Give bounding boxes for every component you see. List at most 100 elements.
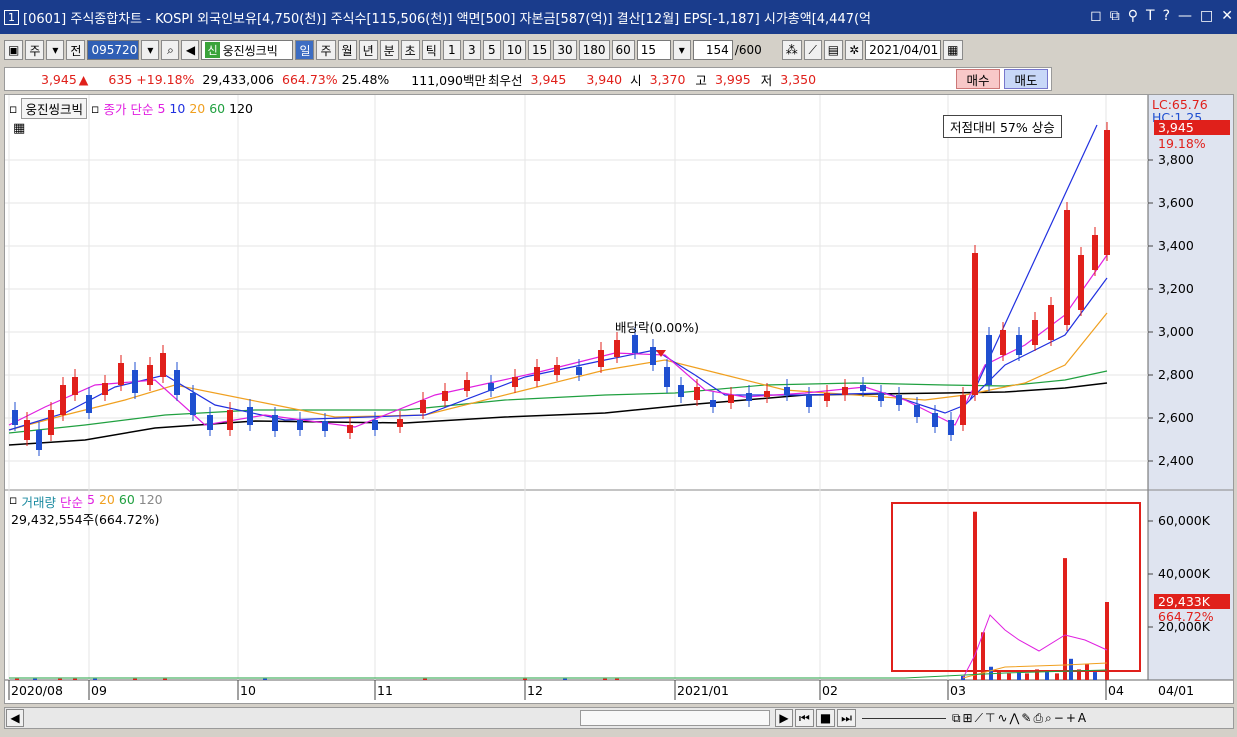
low-label: 저 xyxy=(760,72,773,88)
bid-price: 3,940 xyxy=(586,71,623,87)
zoom-controls: ▶ ⏮ ■ ⏭ ⧉ ⊞ ⟋ ⊤ ∿ ⋀ ✎ ⎙ ⌕ − + A xyxy=(775,709,1086,727)
change-value: 635 xyxy=(108,71,133,87)
candle-body xyxy=(347,425,353,433)
trend-icon[interactable]: ⟋ xyxy=(975,711,983,726)
pattern-icon[interactable]: ⋀ xyxy=(1010,711,1020,725)
magnifier-icon[interactable]: ⌕ xyxy=(1045,711,1052,726)
scroll-right-icon[interactable]: ▶ xyxy=(775,709,793,727)
code-dropdown-icon[interactable]: ▾ xyxy=(141,40,160,60)
buy-button[interactable]: 매수 xyxy=(956,69,1000,89)
period-tick[interactable]: 틱 xyxy=(421,40,441,60)
forward-icon[interactable]: ⏭ xyxy=(837,709,856,727)
type-select[interactable]: 전 xyxy=(66,40,86,60)
candle-body xyxy=(784,387,790,395)
settings-icon[interactable]: ✲ xyxy=(845,40,864,60)
candle-body xyxy=(1032,320,1038,345)
candle-body xyxy=(1078,255,1084,310)
candle-body xyxy=(397,419,403,427)
interval-1[interactable]: 1 xyxy=(442,40,461,60)
date-tick-label: 2020/08 xyxy=(11,683,63,698)
interval-60[interactable]: 60 xyxy=(611,40,635,60)
interval-input[interactable]: 15 xyxy=(636,40,671,60)
period-second[interactable]: 초 xyxy=(400,40,420,60)
interval-3[interactable]: 3 xyxy=(462,40,481,60)
price-tick-label: 3,800 xyxy=(1158,152,1194,167)
chart-canvas[interactable]: 3,800 3,600 3,400 3,200 3,000 2,800 2,600 2,400… xyxy=(5,95,1233,703)
interval-15[interactable]: 15 xyxy=(528,40,552,60)
quote-bar: 3,945 ▲ 635 +19.18% 29,433,006 664.73% 2… xyxy=(4,67,1052,91)
volume-bar xyxy=(615,678,619,680)
restore-icon[interactable]: ◻ xyxy=(1090,8,1102,24)
zoom-in-icon[interactable]: + xyxy=(1066,711,1076,725)
zoom-slider[interactable] xyxy=(861,717,946,719)
annotation-note[interactable]: 저점대비 57% 상승 xyxy=(943,115,1062,138)
search-icon[interactable]: ⌕ xyxy=(161,40,180,60)
stock-code-input[interactable]: 095720 xyxy=(87,40,140,60)
overlay-icon[interactable]: ⊞ xyxy=(963,711,973,725)
font-size-icon[interactable]: A xyxy=(1078,711,1086,725)
turnover-pct: 25.48% xyxy=(341,71,390,87)
pen-icon[interactable]: ✎ xyxy=(1021,711,1031,725)
speaker-icon[interactable]: ◀ xyxy=(181,40,200,60)
candle-body xyxy=(576,367,582,375)
stock-label[interactable]: 웅진씽크빅 xyxy=(21,98,87,119)
font-icon[interactable]: T xyxy=(1146,8,1155,24)
candle-body xyxy=(442,391,448,401)
candle-body xyxy=(12,410,18,425)
last-volume-label: 29,433K xyxy=(1158,594,1211,609)
candle-body xyxy=(554,365,560,375)
indicator-icon[interactable]: ⁂ xyxy=(781,40,802,60)
pin-icon[interactable]: ⚲ xyxy=(1128,8,1138,24)
zoom-out-icon[interactable]: − xyxy=(1054,711,1064,725)
period-minute[interactable]: 분 xyxy=(379,40,399,60)
fib-icon[interactable]: ⊤ xyxy=(985,711,995,725)
market-dropdown-icon[interactable]: ▾ xyxy=(46,40,65,60)
calendar-icon[interactable]: ▦ xyxy=(943,40,963,60)
layout-icon[interactable]: ▣ xyxy=(4,40,24,60)
candle-body xyxy=(227,410,233,430)
chart-area[interactable]: 3,800 3,600 3,400 3,200 3,000 2,800 2,600 2,400… xyxy=(4,94,1234,704)
interval-30[interactable]: 30 xyxy=(553,40,577,60)
grid-icon[interactable]: ▦ xyxy=(13,121,25,136)
help-icon[interactable]: ? xyxy=(1163,8,1170,24)
minimize-icon[interactable]: — xyxy=(1178,8,1192,24)
print-icon[interactable]: ⎙ xyxy=(1033,711,1043,726)
stock-name-field[interactable]: 신 웅진씽크빅 xyxy=(201,40,294,60)
close-icon[interactable]: ✕ xyxy=(1221,8,1233,24)
date-input[interactable]: 2021/04/01 xyxy=(865,40,942,60)
period-month[interactable]: 월 xyxy=(337,40,357,60)
rewind-icon[interactable]: ⏮ xyxy=(795,709,814,727)
scroll-left-icon[interactable]: ◀ xyxy=(6,709,24,727)
tile-icon[interactable]: ⧉ xyxy=(1110,8,1120,24)
wave-icon[interactable]: ∿ xyxy=(997,711,1007,725)
date-tick-label: 12 xyxy=(527,683,543,698)
period-year[interactable]: 년 xyxy=(358,40,378,60)
period-week[interactable]: 주 xyxy=(316,40,336,60)
save-icon[interactable]: ▤ xyxy=(823,40,844,60)
candle-body xyxy=(1016,335,1022,355)
chart-scrollbar[interactable]: ◀ ▶ ⏮ ■ ⏭ ⧉ ⊞ ⟋ ⊤ ∿ ⋀ ✎ ⎙ ⌕ − + A xyxy=(4,707,1234,729)
count-input[interactable]: 154 xyxy=(692,40,733,60)
draw-icon[interactable]: ⟋ xyxy=(803,40,822,60)
volume-bar xyxy=(133,678,137,680)
candle-body xyxy=(598,350,604,367)
interval-10[interactable]: 10 xyxy=(502,40,527,60)
market-select[interactable]: 주 xyxy=(25,40,45,60)
volume-value: 29,433,006 xyxy=(202,71,274,87)
interval-180[interactable]: 180 xyxy=(578,40,610,60)
period-day[interactable]: 일 xyxy=(295,40,315,60)
price-tick-label: 3,600 xyxy=(1158,195,1194,210)
interval-dropdown-icon[interactable]: ▾ xyxy=(672,40,691,60)
interval-5[interactable]: 5 xyxy=(482,40,501,60)
scroll-thumb[interactable] xyxy=(580,710,770,726)
maximize-icon[interactable]: □ xyxy=(1200,8,1213,24)
compare-icon[interactable]: ⧉ xyxy=(952,711,961,726)
candle-body xyxy=(190,393,196,415)
price-tick-label: 2,400 xyxy=(1158,453,1194,468)
sell-button[interactable]: 매도 xyxy=(1004,69,1048,89)
high-label: 고 xyxy=(695,72,707,88)
volume-bar xyxy=(33,678,37,680)
ask-price: 3,945 xyxy=(530,71,567,87)
candle-body xyxy=(896,395,902,405)
stop-icon[interactable]: ■ xyxy=(815,709,836,727)
